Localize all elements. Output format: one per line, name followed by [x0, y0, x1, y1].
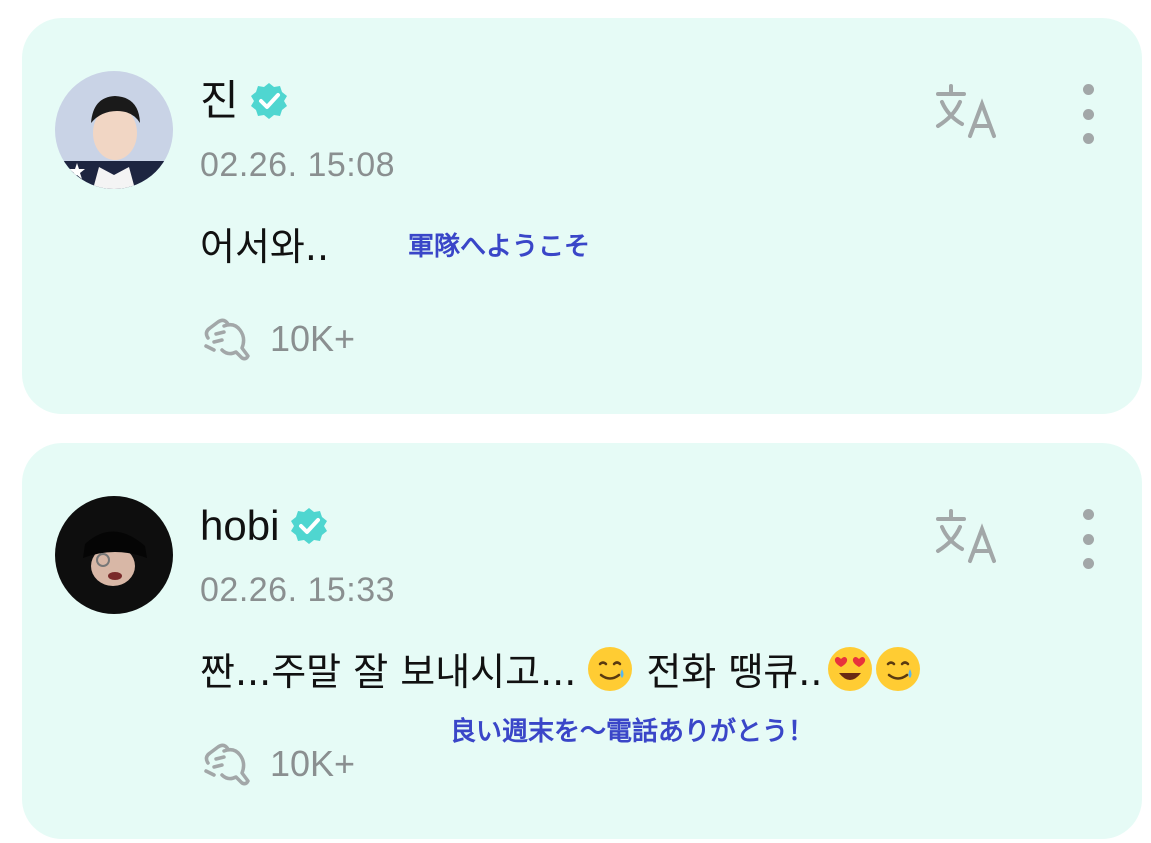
like-count: 10K+	[270, 743, 356, 784]
like-button[interactable]: 10K+	[202, 741, 355, 787]
post-card: hobi 02.26. 15:33 짠...주말 잘 보내시고... 전화 땡큐…	[22, 443, 1142, 839]
author-row: hobi	[200, 505, 329, 547]
message-text: 어서와..	[200, 225, 330, 269]
post-card: 진 02.26. 15:08 어서와.. 軍隊へようこそ 10K+	[22, 18, 1142, 414]
post-timestamp: 02.26. 15:08	[200, 146, 396, 184]
message-text-part1: 짠...주말 잘 보내시고...	[200, 650, 577, 694]
translation-annotation: 良い週末を～電話ありがとう！	[450, 717, 815, 747]
cheer-hand-icon	[204, 318, 250, 361]
smiling-face-with-tear-emoji-icon	[586, 645, 634, 693]
heart-eyes-emoji-icon	[826, 645, 874, 693]
post-timestamp: 02.26. 15:33	[200, 571, 396, 609]
smiling-face-with-tear-emoji-icon	[874, 645, 922, 693]
post-message: 짠...주말 잘 보내시고... 전화 땡큐..	[200, 641, 922, 696]
translate-icon	[936, 84, 996, 138]
like-count: 10K+	[270, 318, 356, 359]
author-row: 진	[200, 80, 289, 122]
cheer-hand-icon	[204, 743, 250, 786]
author-name[interactable]: hobi	[200, 505, 279, 547]
like-button[interactable]: 10K+	[202, 316, 355, 362]
translate-button[interactable]	[934, 82, 1004, 142]
more-vertical-icon	[1082, 509, 1094, 520]
avatar[interactable]	[55, 496, 173, 614]
more-options-button[interactable]	[1076, 509, 1100, 569]
more-vertical-icon	[1082, 84, 1094, 95]
author-name[interactable]: 진	[200, 80, 239, 122]
translation-annotation: 軍隊へようこそ	[408, 232, 591, 262]
translate-button[interactable]	[934, 507, 1004, 567]
post-message: 어서와..	[200, 216, 329, 271]
verified-badge-icon	[250, 83, 287, 119]
more-options-button[interactable]	[1076, 84, 1100, 144]
message-text-part2: 전화 땡큐..	[646, 650, 823, 694]
avatar[interactable]	[55, 71, 173, 189]
verified-badge-icon	[291, 508, 328, 544]
translate-icon	[936, 509, 996, 563]
